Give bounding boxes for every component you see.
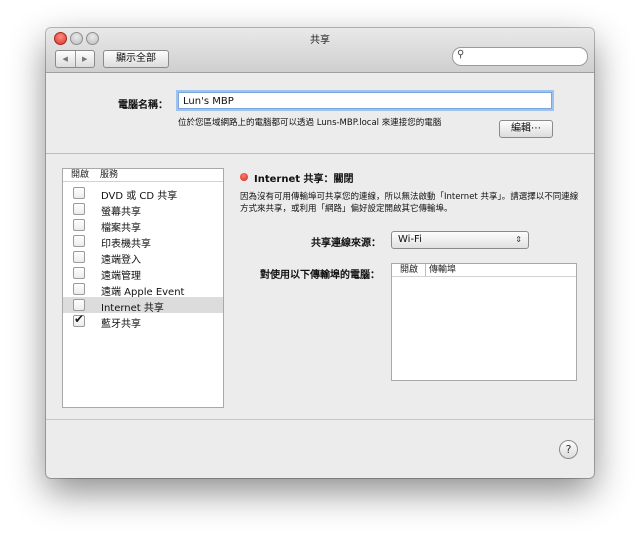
internet-sharing-description: 因為沒有可用傳輸埠可共享您的連線，所以無法啟動「Internet 共享」。請選擇…: [240, 192, 579, 214]
edit-name-button[interactable]: 編輯⋯: [499, 120, 553, 138]
ports-table[interactable]: 開啟 傳輸埠: [391, 263, 577, 381]
bottom-divider: [46, 419, 594, 420]
service-row[interactable]: 印表機共享: [63, 233, 223, 250]
popup-arrows-icon: ⇕: [515, 235, 522, 244]
internet-sharing-status: Internet 共享：關閉: [254, 174, 354, 185]
computer-name-hint: 位於您區域網路上的電腦都可以透過 Luns-MBP.local 來連接您的電腦: [178, 118, 442, 128]
services-list: 開啟 服務 DVD 或 CD 共享 螢幕共享檔案共享印表機共享遠端登入遠端管理遠端…: [62, 168, 224, 408]
service-checkbox[interactable]: [73, 235, 85, 247]
help-button[interactable]: ?: [559, 440, 578, 459]
column-header-service[interactable]: 服務: [100, 169, 118, 181]
service-checkbox[interactable]: [73, 299, 85, 311]
service-label: 檔案共享: [101, 223, 141, 234]
service-checkbox[interactable]: [73, 203, 85, 215]
service-row[interactable]: 螢幕共享: [63, 201, 223, 218]
service-checkbox[interactable]: [73, 251, 85, 263]
title-bar: 共享 ◀ ▶ 顯示全部 ⚲: [46, 28, 594, 73]
service-row[interactable]: 檔案共享: [63, 217, 223, 234]
services-list-header: 開啟 服務: [63, 169, 223, 182]
back-forward-control: ◀ ▶: [55, 50, 95, 68]
status-indicator-icon: [240, 173, 248, 181]
ports-column-on[interactable]: 開啟: [400, 264, 418, 276]
service-checkbox[interactable]: [73, 283, 85, 295]
back-arrow-icon[interactable]: ◀: [56, 51, 76, 67]
share-source-popup[interactable]: Wi-Fi ⇕: [391, 231, 529, 249]
sharing-window: 共享 ◀ ▶ 顯示全部 ⚲ 電腦名稱： Lun's MBP 位於您區域網路上的電…: [46, 28, 594, 478]
service-label: 藍牙共享: [101, 319, 141, 330]
service-row[interactable]: 遠端 Apple Event: [63, 281, 223, 298]
service-label: 印表機共享: [101, 239, 151, 250]
ports-table-header: 開啟 傳輸埠: [392, 264, 576, 277]
service-row[interactable]: Internet 共享: [63, 297, 223, 314]
service-checkbox[interactable]: [73, 267, 85, 279]
service-checkbox[interactable]: [73, 312, 85, 327]
service-label: DVD 或 CD 共享: [101, 191, 178, 202]
search-field[interactable]: ⚲: [452, 47, 588, 66]
service-row[interactable]: 遠端登入: [63, 249, 223, 266]
service-label: 螢幕共享: [101, 207, 141, 218]
service-row[interactable]: DVD 或 CD 共享: [63, 185, 223, 202]
forward-arrow-icon[interactable]: ▶: [76, 51, 95, 67]
share-source-label: 共享連線來源：: [311, 238, 381, 249]
service-row[interactable]: 遠端管理: [63, 265, 223, 282]
ports-label: 對使用以下傳輸埠的電腦：: [260, 270, 380, 281]
computer-name-field[interactable]: Lun's MBP: [178, 92, 552, 109]
section-divider: [46, 153, 594, 154]
service-label: 遠端 Apple Event: [101, 287, 185, 298]
column-header-on[interactable]: 開啟: [71, 169, 89, 181]
service-label: 遠端登入: [101, 255, 141, 266]
computer-name-label: 電腦名稱：: [118, 100, 168, 111]
show-all-button[interactable]: 顯示全部: [103, 50, 169, 68]
service-label: Internet 共享: [101, 303, 164, 314]
window-title: 共享: [310, 35, 330, 46]
service-row[interactable]: 藍牙共享: [63, 312, 223, 330]
service-checkbox[interactable]: [73, 187, 85, 199]
service-label: 遠端管理: [101, 271, 141, 282]
share-source-value: Wi-Fi: [398, 234, 422, 245]
search-icon: ⚲: [457, 49, 465, 60]
ports-column-port[interactable]: 傳輸埠: [425, 264, 456, 276]
service-checkbox[interactable]: [73, 219, 85, 231]
